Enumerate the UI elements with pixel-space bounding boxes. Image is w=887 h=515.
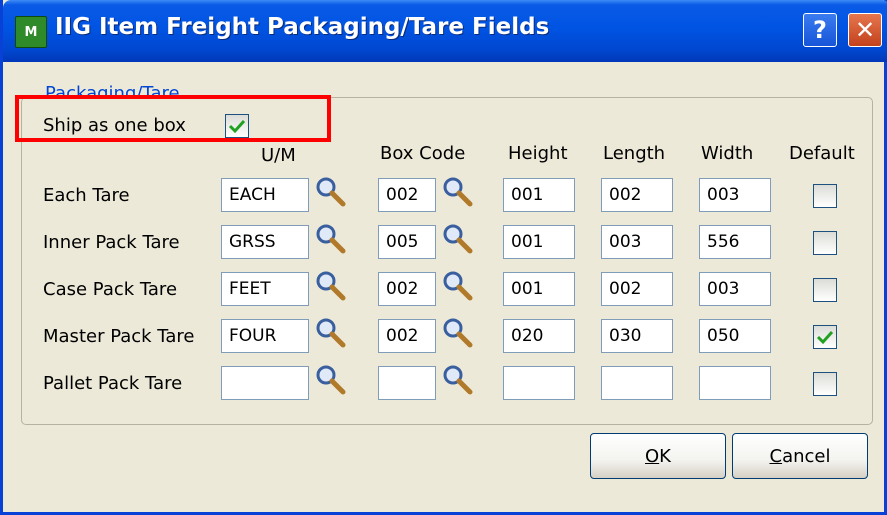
- box-code-field[interactable]: [378, 366, 436, 400]
- close-icon: ✕: [854, 16, 876, 44]
- box-code-field[interactable]: 005: [378, 225, 436, 259]
- height-field[interactable]: 001: [503, 272, 575, 306]
- box-code-field[interactable]: 002: [378, 319, 436, 353]
- length-field[interactable]: 002: [601, 272, 673, 306]
- height-field[interactable]: 020: [503, 319, 575, 353]
- default-checkbox[interactable]: [813, 372, 837, 396]
- cancel-label-rest: ancel: [782, 445, 831, 467]
- checkmark-icon: [228, 119, 246, 134]
- ship-as-one-box-checkbox[interactable]: [225, 114, 249, 138]
- box-code-lookup-icon[interactable]: [440, 362, 474, 396]
- ok-label-rest: K: [659, 445, 671, 467]
- um-field[interactable]: FEET: [221, 272, 309, 306]
- row-label: Inner Pack Tare: [43, 232, 180, 253]
- column-header-width: Width: [701, 143, 754, 164]
- width-field[interactable]: 003: [699, 272, 771, 306]
- ship-as-one-box-label: Ship as one box: [43, 115, 186, 136]
- default-checkbox[interactable]: [813, 278, 837, 302]
- window-title: IIG Item Freight Packaging/Tare Fields: [55, 14, 550, 40]
- box-code-lookup-icon[interactable]: [440, 268, 474, 302]
- default-checkbox[interactable]: [813, 231, 837, 255]
- um-field[interactable]: EACH: [221, 178, 309, 212]
- title-bar[interactable]: M IIG Item Freight Packaging/Tare Fields…: [3, 0, 887, 62]
- um-lookup-icon[interactable]: [313, 268, 347, 302]
- default-checkbox[interactable]: [813, 325, 837, 349]
- ok-mnemonic: O: [645, 445, 660, 467]
- dialog-window: M IIG Item Freight Packaging/Tare Fields…: [0, 0, 887, 515]
- default-checkbox[interactable]: [813, 184, 837, 208]
- um-field[interactable]: [221, 366, 309, 400]
- width-field[interactable]: 556: [699, 225, 771, 259]
- box-code-lookup-icon[interactable]: [440, 174, 474, 208]
- column-header-default: Default: [789, 143, 855, 164]
- cancel-button[interactable]: Cancel: [732, 433, 868, 479]
- box-code-lookup-icon[interactable]: [440, 221, 474, 255]
- box-code-field[interactable]: 002: [378, 178, 436, 212]
- app-icon: M: [15, 16, 47, 48]
- um-lookup-icon[interactable]: [313, 174, 347, 208]
- column-header-box-code: Box Code: [380, 143, 466, 164]
- um-field[interactable]: FOUR: [221, 319, 309, 353]
- close-button[interactable]: ✕: [848, 13, 882, 47]
- length-field[interactable]: [601, 366, 673, 400]
- row-label: Each Tare: [43, 185, 130, 206]
- row-label: Master Pack Tare: [43, 326, 195, 347]
- box-code-field[interactable]: 002: [378, 272, 436, 306]
- width-field[interactable]: 050: [699, 319, 771, 353]
- ok-button[interactable]: OK: [590, 433, 726, 479]
- width-field[interactable]: 003: [699, 178, 771, 212]
- length-field[interactable]: 003: [601, 225, 673, 259]
- row-label: Pallet Pack Tare: [43, 373, 183, 394]
- um-lookup-icon[interactable]: [313, 221, 347, 255]
- height-field[interactable]: 001: [503, 225, 575, 259]
- box-code-lookup-icon[interactable]: [440, 315, 474, 349]
- height-field[interactable]: 001: [503, 178, 575, 212]
- cancel-mnemonic: C: [769, 445, 783, 467]
- um-field[interactable]: GRSS: [221, 225, 309, 259]
- length-field[interactable]: 002: [601, 178, 673, 212]
- length-field[interactable]: 030: [601, 319, 673, 353]
- height-field[interactable]: [503, 366, 575, 400]
- row-label: Case Pack Tare: [43, 279, 178, 300]
- width-field[interactable]: [699, 366, 771, 400]
- column-header-length: Length: [603, 143, 666, 164]
- column-header-height: Height: [508, 143, 568, 164]
- column-header-um: U/M: [261, 145, 296, 166]
- um-lookup-icon[interactable]: [313, 315, 347, 349]
- help-icon: ?: [813, 16, 827, 44]
- help-button[interactable]: ?: [803, 13, 837, 47]
- um-lookup-icon[interactable]: [313, 362, 347, 396]
